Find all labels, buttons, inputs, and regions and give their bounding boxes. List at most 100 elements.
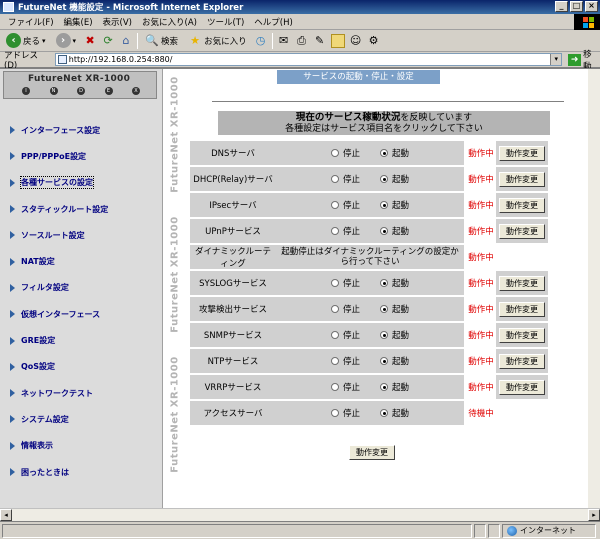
sidebar-item-services[interactable]: 各種サービスの設定 bbox=[10, 170, 158, 196]
service-name[interactable]: アクセスサーバ bbox=[204, 409, 263, 419]
sidebar-item-interface[interactable]: インターフェース設定 bbox=[10, 117, 158, 143]
minimize-button[interactable]: _ bbox=[555, 1, 568, 12]
home-icon[interactable]: ⌂ bbox=[119, 34, 133, 48]
menu-tools[interactable]: ツール(T) bbox=[207, 16, 244, 28]
stop-radio[interactable] bbox=[331, 408, 339, 417]
stop-radio[interactable] bbox=[331, 330, 339, 339]
address-input[interactable]: http://192.168.0.254:880/ ▾ bbox=[54, 53, 563, 66]
service-name-cell[interactable]: ダイナミックルーティング bbox=[190, 245, 276, 269]
stop-radio[interactable] bbox=[331, 356, 339, 365]
service-name-cell[interactable]: SNMPサービス bbox=[190, 323, 276, 347]
folder-icon[interactable] bbox=[330, 33, 345, 48]
mail-icon[interactable]: ✉ bbox=[277, 34, 291, 48]
sidebar-item-gre[interactable]: GRE設定 bbox=[10, 327, 158, 353]
change-button[interactable]: 動作変更 bbox=[499, 171, 545, 187]
menu-help[interactable]: ヘルプ(H) bbox=[254, 16, 293, 28]
close-button[interactable]: × bbox=[585, 1, 598, 12]
history-icon[interactable]: ◷ bbox=[254, 34, 268, 48]
print-icon[interactable]: ⎙ bbox=[295, 34, 309, 48]
service-name-cell[interactable]: UPnPサービス bbox=[190, 219, 276, 243]
menu-view[interactable]: 表示(V) bbox=[103, 16, 132, 28]
menu-file[interactable]: ファイル(F) bbox=[8, 16, 54, 28]
service-name-cell[interactable]: DNSサーバ bbox=[190, 141, 276, 165]
back-button[interactable]: ‹ 戻る ▾ bbox=[3, 32, 49, 50]
change-button[interactable]: 動作変更 bbox=[499, 197, 545, 213]
service-name[interactable]: IPsecサーバ bbox=[209, 201, 256, 211]
sidebar-item-info[interactable]: 情報表示 bbox=[10, 433, 158, 459]
sidebar: FutureNet XR-1000 I N D E X インターフェース設定 P… bbox=[0, 69, 163, 509]
start-radio[interactable] bbox=[380, 278, 389, 287]
service-name[interactable]: DHCP(Relay)サーバ bbox=[193, 175, 272, 185]
start-radio[interactable] bbox=[380, 356, 389, 365]
submit-change-button[interactable]: 動作変更 bbox=[349, 445, 395, 460]
service-name[interactable]: SNMPサービス bbox=[204, 331, 262, 341]
stop-radio[interactable] bbox=[331, 382, 339, 391]
service-name[interactable]: NTPサービス bbox=[208, 357, 259, 367]
change-button[interactable]: 動作変更 bbox=[499, 379, 545, 395]
sidebar-item-system[interactable]: システム設定 bbox=[10, 406, 158, 432]
start-radio[interactable] bbox=[380, 200, 389, 209]
edit-icon[interactable]: ✎ bbox=[313, 34, 327, 48]
menu-favorites[interactable]: お気に入り(A) bbox=[142, 16, 197, 28]
service-name-cell[interactable]: SYSLOGサービス bbox=[190, 271, 276, 295]
sidebar-item-network-test[interactable]: ネットワークテスト bbox=[10, 380, 158, 406]
sidebar-item-source-route[interactable]: ソースルート設定 bbox=[10, 222, 158, 248]
service-name-cell[interactable]: NTPサービス bbox=[190, 349, 276, 373]
change-button[interactable]: 動作変更 bbox=[499, 275, 545, 291]
forward-button[interactable]: › ▾ bbox=[53, 32, 80, 50]
change-button[interactable]: 動作変更 bbox=[499, 145, 545, 161]
stop-label: 停止 bbox=[343, 174, 361, 185]
sidebar-item-virtual-interface[interactable]: 仮想インターフェース bbox=[10, 301, 158, 327]
favorites-button[interactable]: ★ お気に入り bbox=[185, 32, 250, 50]
service-name-cell[interactable]: 攻撃検出サービス bbox=[190, 297, 276, 321]
service-name[interactable]: VRRPサービス bbox=[205, 383, 262, 393]
service-name[interactable]: ダイナミックルーティング bbox=[195, 247, 271, 269]
menu-edit[interactable]: 編集(E) bbox=[64, 16, 93, 28]
change-button[interactable]: 動作変更 bbox=[499, 327, 545, 343]
change-button[interactable]: 動作変更 bbox=[499, 301, 545, 317]
stop-radio[interactable] bbox=[331, 304, 339, 313]
start-radio[interactable] bbox=[380, 408, 389, 417]
vertical-scrollbar[interactable] bbox=[588, 69, 600, 509]
sidebar-item-static-route[interactable]: スタティックルート設定 bbox=[10, 196, 158, 222]
sidebar-item-label: インターフェース設定 bbox=[21, 125, 101, 135]
chevron-down-icon[interactable]: ▾ bbox=[550, 54, 562, 65]
sidebar-item-help[interactable]: 困ったときは bbox=[10, 459, 158, 485]
security-zone: インターネット bbox=[502, 523, 596, 538]
change-button[interactable]: 動作変更 bbox=[499, 353, 545, 369]
stop-icon[interactable]: ✖ bbox=[83, 34, 97, 48]
sidebar-item-filter[interactable]: フィルタ設定 bbox=[10, 275, 158, 301]
change-button[interactable]: 動作変更 bbox=[499, 223, 545, 239]
refresh-icon[interactable]: ⟳ bbox=[101, 34, 115, 48]
service-name-cell[interactable]: アクセスサーバ bbox=[190, 401, 276, 425]
stop-radio[interactable] bbox=[331, 200, 339, 209]
service-name-cell[interactable]: IPsecサーバ bbox=[190, 193, 276, 217]
globe-icon bbox=[507, 525, 517, 536]
start-radio[interactable] bbox=[380, 174, 389, 183]
service-name-cell[interactable]: VRRPサービス bbox=[190, 375, 276, 399]
stop-radio[interactable] bbox=[331, 278, 339, 287]
stop-radio[interactable] bbox=[331, 174, 339, 183]
stop-radio[interactable] bbox=[331, 148, 339, 157]
service-name[interactable]: SYSLOGサービス bbox=[199, 279, 267, 289]
start-radio[interactable] bbox=[380, 304, 389, 313]
scroll-right-icon[interactable]: ▸ bbox=[588, 509, 600, 521]
service-name[interactable]: DNSサーバ bbox=[211, 149, 255, 159]
search-button[interactable]: 🔍 検索 bbox=[142, 32, 181, 50]
messenger-icon[interactable]: ☺ bbox=[349, 34, 363, 48]
start-radio[interactable] bbox=[380, 148, 389, 157]
scroll-left-icon[interactable]: ◂ bbox=[0, 509, 12, 521]
service-name[interactable]: 攻撃検出サービス bbox=[199, 305, 267, 315]
service-name[interactable]: UPnPサービス bbox=[205, 227, 261, 237]
start-radio[interactable] bbox=[380, 330, 389, 339]
sidebar-item-nat[interactable]: NAT設定 bbox=[10, 248, 158, 274]
horizontal-scrollbar[interactable]: ◂ ▸ bbox=[0, 508, 600, 521]
maximize-button[interactable]: □ bbox=[570, 1, 583, 12]
stop-radio[interactable] bbox=[331, 226, 339, 235]
start-radio[interactable] bbox=[380, 382, 389, 391]
start-radio[interactable] bbox=[380, 226, 389, 235]
service-name-cell[interactable]: DHCP(Relay)サーバ bbox=[190, 167, 276, 191]
sidebar-item-qos[interactable]: QoS設定 bbox=[10, 354, 158, 380]
network-icon[interactable]: ⚙ bbox=[367, 34, 381, 48]
sidebar-item-ppp[interactable]: PPP/PPPoE設定 bbox=[10, 143, 158, 169]
